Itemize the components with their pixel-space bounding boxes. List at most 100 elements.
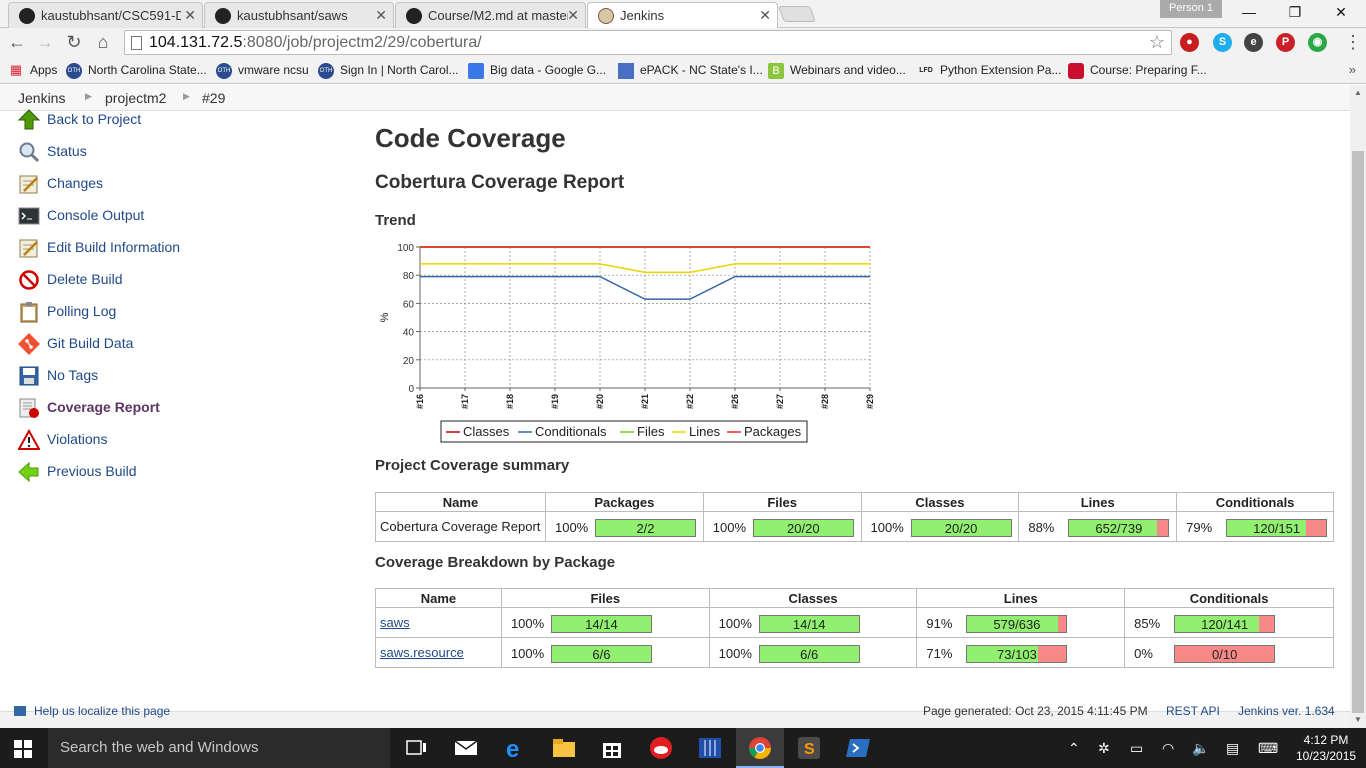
sidebar-item-polling-log[interactable]: Polling Log <box>18 301 116 325</box>
browser-tab[interactable]: Course/M2.md at master ✕ <box>395 2 586 28</box>
bookmark-apps[interactable]: ▦ Apps <box>8 63 58 78</box>
sidebar-item-git-build-data[interactable]: Git Build Data <box>18 333 133 357</box>
sidebar-item-back-to-project[interactable]: Back to Project <box>18 109 141 133</box>
calculator-grid-icon[interactable] <box>697 736 723 760</box>
tray-settings-icon[interactable]: ✲ <box>1098 740 1110 757</box>
window-close-icon[interactable]: ✕ <box>1326 4 1356 21</box>
close-icon[interactable]: ✕ <box>567 7 579 24</box>
bookmark-label: Python Extension Pa... <box>940 63 1062 77</box>
page-title: Code Coverage <box>375 123 566 153</box>
scroll-up-icon[interactable]: ▲ <box>1354 88 1362 97</box>
taskbar-search-box[interactable]: Search the web and Windows <box>48 728 390 768</box>
bookmark-item[interactable]: OTH Sign In | North Carol... <box>318 63 459 79</box>
tab-label: kaustubhsant/saws <box>237 8 348 23</box>
cloud-app-icon[interactable] <box>648 736 674 760</box>
minimize-icon[interactable]: — <box>1234 4 1264 20</box>
store-icon[interactable] <box>599 736 625 760</box>
bookmark-item[interactable]: Big data - Google G... <box>468 63 607 79</box>
eye-extension-icon[interactable]: ◉ <box>1308 33 1327 52</box>
reload-icon[interactable]: ↻ <box>63 32 85 53</box>
sidebar-item-coverage-report[interactable]: Coverage Report <box>18 397 160 421</box>
github-icon <box>406 8 422 24</box>
breadcrumb-project[interactable]: projectm2 <box>105 90 166 106</box>
browser-tab[interactable]: kaustubhsant/saws ✕ <box>204 2 394 28</box>
browser-tab-active[interactable]: Jenkins ✕ <box>587 2 778 29</box>
sidebar-item-delete-build[interactable]: Delete Build <box>18 269 123 293</box>
table-header-row: Name Packages Files Classes Lines Condit… <box>375 492 1334 512</box>
bookmark-item[interactable]: OTH vmware ncsu <box>216 63 309 79</box>
bookmark-item[interactable]: OTH North Carolina State... <box>66 63 207 79</box>
coverage-ratio: 14/14 <box>585 617 618 632</box>
profile-button[interactable]: Person 1 <box>1160 0 1222 18</box>
package-link[interactable]: saws.resource <box>380 645 464 660</box>
adblock-extension-icon[interactable]: ● <box>1180 33 1199 52</box>
mail-icon[interactable] <box>453 736 479 760</box>
bookmark-label: vmware ncsu <box>238 63 309 77</box>
sidebar-item-status[interactable]: Status <box>18 141 87 165</box>
bookmark-star-icon[interactable]: ☆ <box>1149 32 1165 53</box>
coverage-ratio: 579/636 <box>993 617 1041 632</box>
new-tab-button[interactable] <box>778 6 816 22</box>
bookmark-label: Course: Preparing F... <box>1090 63 1207 77</box>
coverage-bar: 0/10 <box>1174 645 1276 663</box>
keyboard-icon[interactable]: ⌨ <box>1258 740 1278 757</box>
left-arrow-icon <box>18 461 39 483</box>
bookmark-label: ePACK - NC State's I... <box>640 63 763 77</box>
package-link[interactable]: saws <box>380 615 410 630</box>
browser-menu-icon[interactable]: ⋮ <box>1344 32 1362 53</box>
tray-expand-icon[interactable]: ⌃ <box>1068 740 1080 757</box>
column-header: Classes <box>708 588 918 608</box>
coverage-cell: 0% 0/10 <box>1124 637 1334 668</box>
close-icon[interactable]: ✕ <box>184 7 196 24</box>
bookmarks-overflow-icon[interactable]: » <box>1349 62 1356 77</box>
action-center-icon[interactable]: ▤ <box>1226 740 1239 757</box>
skype-extension-icon[interactable]: S <box>1213 33 1232 52</box>
bookmark-item[interactable]: Course: Preparing F... <box>1068 63 1207 79</box>
volume-icon[interactable]: 🔈 <box>1192 740 1209 757</box>
restore-icon[interactable]: ❐ <box>1280 4 1310 21</box>
sublime-text-icon[interactable]: S <box>796 736 822 760</box>
sidebar-item-no-tags[interactable]: No Tags <box>18 365 98 389</box>
file-explorer-icon[interactable] <box>551 736 577 760</box>
chrome-icon[interactable] <box>747 736 773 760</box>
localize-link[interactable]: Help us localize this page <box>34 704 170 718</box>
sidebar-item-console-output[interactable]: Console Output <box>18 205 144 229</box>
sidebar-item-violations[interactable]: Violations <box>18 429 107 453</box>
forward-arrow-icon[interactable]: → <box>34 32 56 53</box>
task-view-icon[interactable] <box>404 736 430 760</box>
wifi-icon[interactable]: ◠ <box>1162 740 1174 757</box>
bookmark-item[interactable]: B Webinars and video... <box>768 63 906 79</box>
sidebar-item-edit-build-information[interactable]: Edit Build Information <box>18 237 180 261</box>
close-icon[interactable]: ✕ <box>375 7 387 24</box>
jenkins-version-link[interactable]: Jenkins ver. 1.634 <box>1238 704 1335 718</box>
breadcrumb-jenkins[interactable]: Jenkins <box>18 90 65 106</box>
windows-taskbar: Search the web and Windows e S ⌃ ✲ ▭ ◠ 🔈… <box>0 728 1366 768</box>
bookmark-item[interactable]: ePACK - NC State's I... <box>618 63 763 79</box>
close-icon[interactable]: ✕ <box>759 7 771 24</box>
scroll-down-icon[interactable]: ▼ <box>1354 715 1362 724</box>
edge-browser-icon[interactable]: e <box>503 736 529 760</box>
breadcrumb-build[interactable]: #29 <box>202 90 225 106</box>
legend-label: Packages <box>744 424 802 439</box>
home-icon[interactable]: ⌂ <box>92 32 114 53</box>
evernote-extension-icon[interactable]: e <box>1244 33 1263 52</box>
report-title: Cobertura Coverage Report <box>375 172 625 193</box>
page-scrollbar[interactable]: ▲ ▼ <box>1350 85 1366 728</box>
browser-tab[interactable]: kaustubhsant/CSC591-De ✕ <box>8 2 203 28</box>
coverage-percent: 88% <box>1028 520 1055 535</box>
scrollbar-thumb[interactable] <box>1352 151 1364 713</box>
coverage-cell: 71% 73/103 <box>916 637 1126 668</box>
pinterest-extension-icon[interactable]: P <box>1276 33 1295 52</box>
back-arrow-icon[interactable]: ← <box>6 32 28 53</box>
sidebar-item-previous-build[interactable]: Previous Build <box>18 461 137 485</box>
bookmark-item[interactable]: LFD Python Extension Pa... <box>918 63 1061 77</box>
windows-start-icon[interactable] <box>14 740 32 758</box>
sidebar-item-changes[interactable]: Changes <box>18 173 103 197</box>
address-bar[interactable]: 104.131.72.5:8080/job/projectm2/29/cober… <box>124 30 1172 55</box>
battery-icon[interactable]: ▭ <box>1130 740 1143 757</box>
system-clock[interactable]: 4:12 PM 10/23/2015 <box>1296 732 1356 764</box>
y-axis-label: % <box>379 312 391 322</box>
powershell-icon[interactable] <box>845 736 871 760</box>
rest-api-link[interactable]: REST API <box>1166 704 1220 718</box>
bookmark-label: Big data - Google G... <box>490 63 607 77</box>
